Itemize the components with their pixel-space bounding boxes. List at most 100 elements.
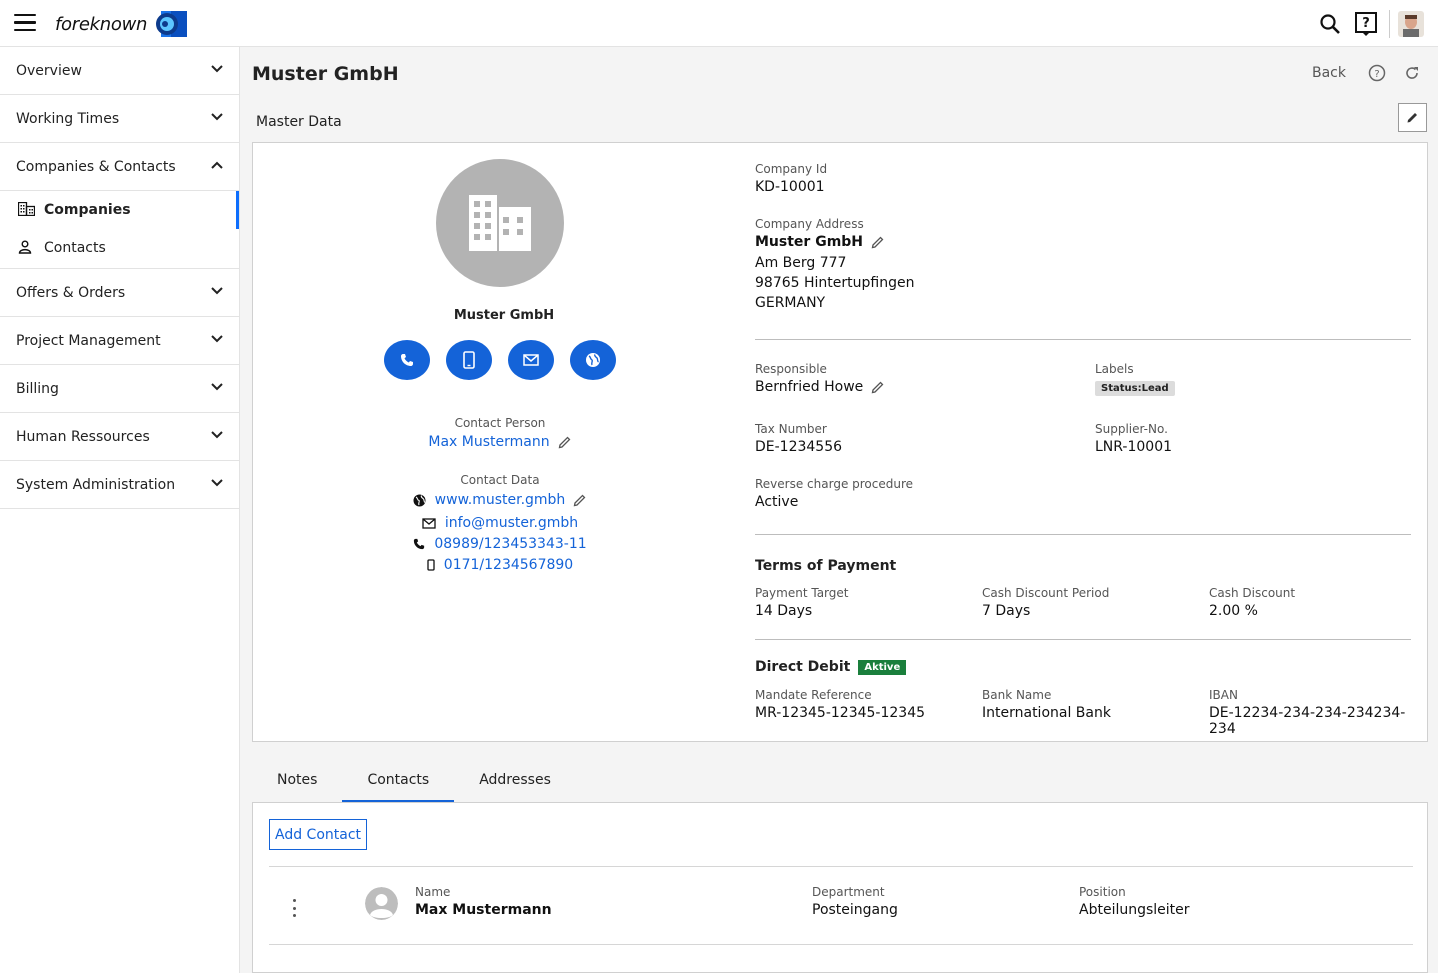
contact-position-cell: Position Abteilungsleiter — [1079, 885, 1190, 918]
sidebar-item-companies-contacts[interactable]: Companies & Contacts — [0, 143, 239, 191]
sidebar-item-human-ressources[interactable]: Human Ressources — [0, 413, 239, 461]
cell-value: Max Mustermann — [415, 902, 552, 918]
add-contact-button[interactable]: Add Contact — [269, 819, 367, 850]
call-mobile-button[interactable] — [446, 340, 492, 380]
field-label: Payment Target — [755, 586, 849, 600]
email-link[interactable]: info@muster.gmbh — [445, 515, 578, 531]
divider — [269, 944, 1413, 945]
contact-actions — [384, 340, 632, 380]
divider — [755, 339, 1411, 340]
search-icon[interactable] — [1315, 9, 1345, 39]
phone-icon — [401, 354, 413, 366]
sidebar-item-label: System Administration — [16, 476, 176, 493]
address-name: Muster GmbH — [755, 234, 864, 250]
back-button[interactable]: Back — [1312, 65, 1346, 81]
contacts-panel: Add Contact Name Max Mustermann Departme… — [252, 802, 1428, 973]
address-street: Am Berg 777 — [755, 255, 847, 271]
chevron-down-icon — [211, 335, 223, 343]
chevron-down-icon — [211, 113, 223, 121]
svg-text:?: ? — [1362, 16, 1370, 31]
pencil-icon[interactable] — [558, 435, 572, 449]
company-avatar — [436, 159, 564, 287]
field-label: Supplier-No. — [1095, 422, 1168, 436]
globe-icon — [413, 494, 426, 506]
iban-field: IBAN DE-12234-234-234-234234-234 — [1209, 688, 1411, 737]
help-question-icon[interactable]: ? — [1351, 9, 1381, 39]
main-content: Muster GmbH Back ? Master Data Muster Gm… — [240, 47, 1438, 973]
app-logo[interactable]: foreknown — [55, 9, 189, 39]
chevron-down-icon — [211, 383, 223, 391]
field-label: Bank Name — [982, 688, 1052, 702]
svg-text:?: ? — [1374, 69, 1379, 80]
sidebar-item-label: Project Management — [16, 332, 161, 349]
tab-notes[interactable]: Notes — [252, 757, 342, 803]
sidebar-item-system-administration[interactable]: System Administration — [0, 461, 239, 509]
chevron-down-icon — [211, 287, 223, 295]
supplier-number-field: Supplier-No. LNR-10001 — [1095, 422, 1172, 455]
pencil-icon — [1407, 113, 1417, 123]
field-value: Active — [755, 494, 799, 510]
sidebar-subitem-contacts[interactable]: Contacts — [0, 229, 239, 267]
edit-master-data-button[interactable] — [1398, 103, 1427, 132]
field-label: Tax Number — [755, 422, 827, 436]
sidebar-subitem-label: Companies — [44, 202, 131, 218]
column-label: Name — [415, 885, 451, 899]
contact-person-link[interactable]: Max Mustermann — [428, 434, 549, 450]
mobile-link[interactable]: 0171/1234567890 — [444, 557, 573, 573]
tab-contacts[interactable]: Contacts — [342, 757, 454, 803]
payment-target-field: Payment Target 14 Days — [755, 586, 848, 619]
pencil-icon[interactable] — [871, 380, 885, 394]
globe-icon — [586, 353, 600, 367]
pencil-icon[interactable] — [573, 493, 587, 507]
sidebar-item-project-management[interactable]: Project Management — [0, 317, 239, 365]
website-link[interactable]: www.muster.gmbh — [435, 492, 566, 508]
sidebar-item-offers-orders[interactable]: Offers & Orders — [0, 269, 239, 317]
chevron-up-icon — [211, 161, 223, 169]
field-value: KD-10001 — [755, 179, 825, 195]
pencil-icon[interactable] — [871, 235, 885, 249]
person-icon — [18, 240, 32, 254]
tax-number-field: Tax Number DE-1234556 — [755, 422, 842, 455]
field-label: Cash Discount — [1209, 586, 1296, 600]
sidebar-item-label: Companies & Contacts — [16, 158, 176, 175]
cell-value: Abteilungsleiter — [1079, 902, 1190, 918]
help-circle-icon[interactable]: ? — [1368, 64, 1386, 82]
field-label: Mandate Reference — [755, 688, 872, 702]
field-value: DE-1234556 — [755, 439, 843, 455]
responsible-value: Bernfried Howe — [755, 379, 864, 395]
labels-field: Labels Status:Lead — [1095, 362, 1175, 396]
divider — [755, 639, 1411, 640]
mail-icon — [523, 354, 539, 366]
phone-link[interactable]: 08989/123453343-11 — [434, 536, 586, 552]
sidebar-item-billing[interactable]: Billing — [0, 365, 239, 413]
divider — [755, 534, 1411, 535]
user-avatar[interactable] — [1398, 11, 1424, 37]
mail-icon — [422, 517, 436, 529]
send-email-button[interactable] — [508, 340, 554, 380]
field-label: Labels — [1095, 362, 1134, 376]
discount-period-field: Cash Discount Period 7 Days — [982, 586, 1109, 619]
more-actions-icon[interactable] — [289, 899, 299, 917]
chevron-down-icon — [211, 431, 223, 439]
bank-name-field: Bank Name International Bank — [982, 688, 1111, 721]
top-bar: foreknown ? — [0, 0, 1438, 47]
company-address-field: Company Address Muster GmbH Am Berg 777 … — [755, 217, 914, 311]
sidebar-item-working-times[interactable]: Working Times — [0, 95, 239, 143]
section-label: Master Data — [256, 114, 342, 130]
refresh-icon[interactable] — [1404, 65, 1420, 81]
company-summary: Muster GmbH Contact Person Max Musterman… — [253, 143, 749, 743]
tab-addresses[interactable]: Addresses — [454, 757, 576, 803]
contact-data-label: Contact Data — [460, 473, 540, 487]
mobile-icon — [463, 351, 475, 369]
sidebar-subitem-companies[interactable]: Companies — [0, 191, 239, 229]
field-label: Cash Discount Period — [982, 586, 1110, 600]
open-website-button[interactable] — [570, 340, 616, 380]
menu-icon[interactable] — [14, 14, 36, 32]
chevron-down-icon — [211, 65, 223, 73]
responsible-field: Responsible Bernfried Howe — [755, 362, 885, 395]
contact-department-cell: Department Posteingang — [812, 885, 898, 918]
field-value: 2.00 % — [1209, 603, 1258, 619]
call-phone-button[interactable] — [384, 340, 430, 380]
address-country: GERMANY — [755, 295, 826, 311]
sidebar-item-overview[interactable]: Overview — [0, 47, 239, 95]
